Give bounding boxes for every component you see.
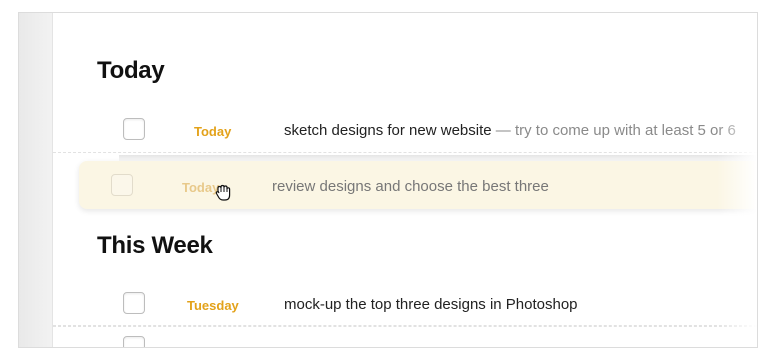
task-title: sketch designs for new website	[284, 122, 492, 139]
dragging-task-row[interactable]: Today review designs and choose the best…	[79, 161, 757, 209]
task-checkbox[interactable]	[123, 118, 145, 140]
task-row[interactable]	[53, 325, 757, 347]
task-note: — try to come up with at least 5 or 6	[491, 122, 736, 139]
section-title-this-week: This Week	[97, 232, 213, 259]
left-gutter	[19, 13, 53, 347]
task-list-panel: Today Today sketch designs for new websi…	[18, 12, 758, 348]
task-row[interactable]: Tuesday mock-up the top three designs in…	[53, 281, 757, 327]
task-checkbox[interactable]	[111, 174, 133, 196]
task-checkbox[interactable]	[123, 292, 145, 314]
task-due-date: Tuesday	[187, 298, 239, 313]
task-text[interactable]: sketch designs for new website — try to …	[284, 122, 736, 139]
task-text: mock-up the top three designs in Photosh…	[284, 296, 578, 313]
section-title-today: Today	[97, 57, 165, 84]
task-checkbox[interactable]	[123, 336, 145, 347]
task-text: review designs and choose the best three	[272, 178, 549, 195]
task-row[interactable]: Today sketch designs for new website — t…	[53, 107, 757, 153]
grab-hand-cursor-icon	[215, 184, 231, 201]
task-due-date: Today	[194, 124, 232, 139]
